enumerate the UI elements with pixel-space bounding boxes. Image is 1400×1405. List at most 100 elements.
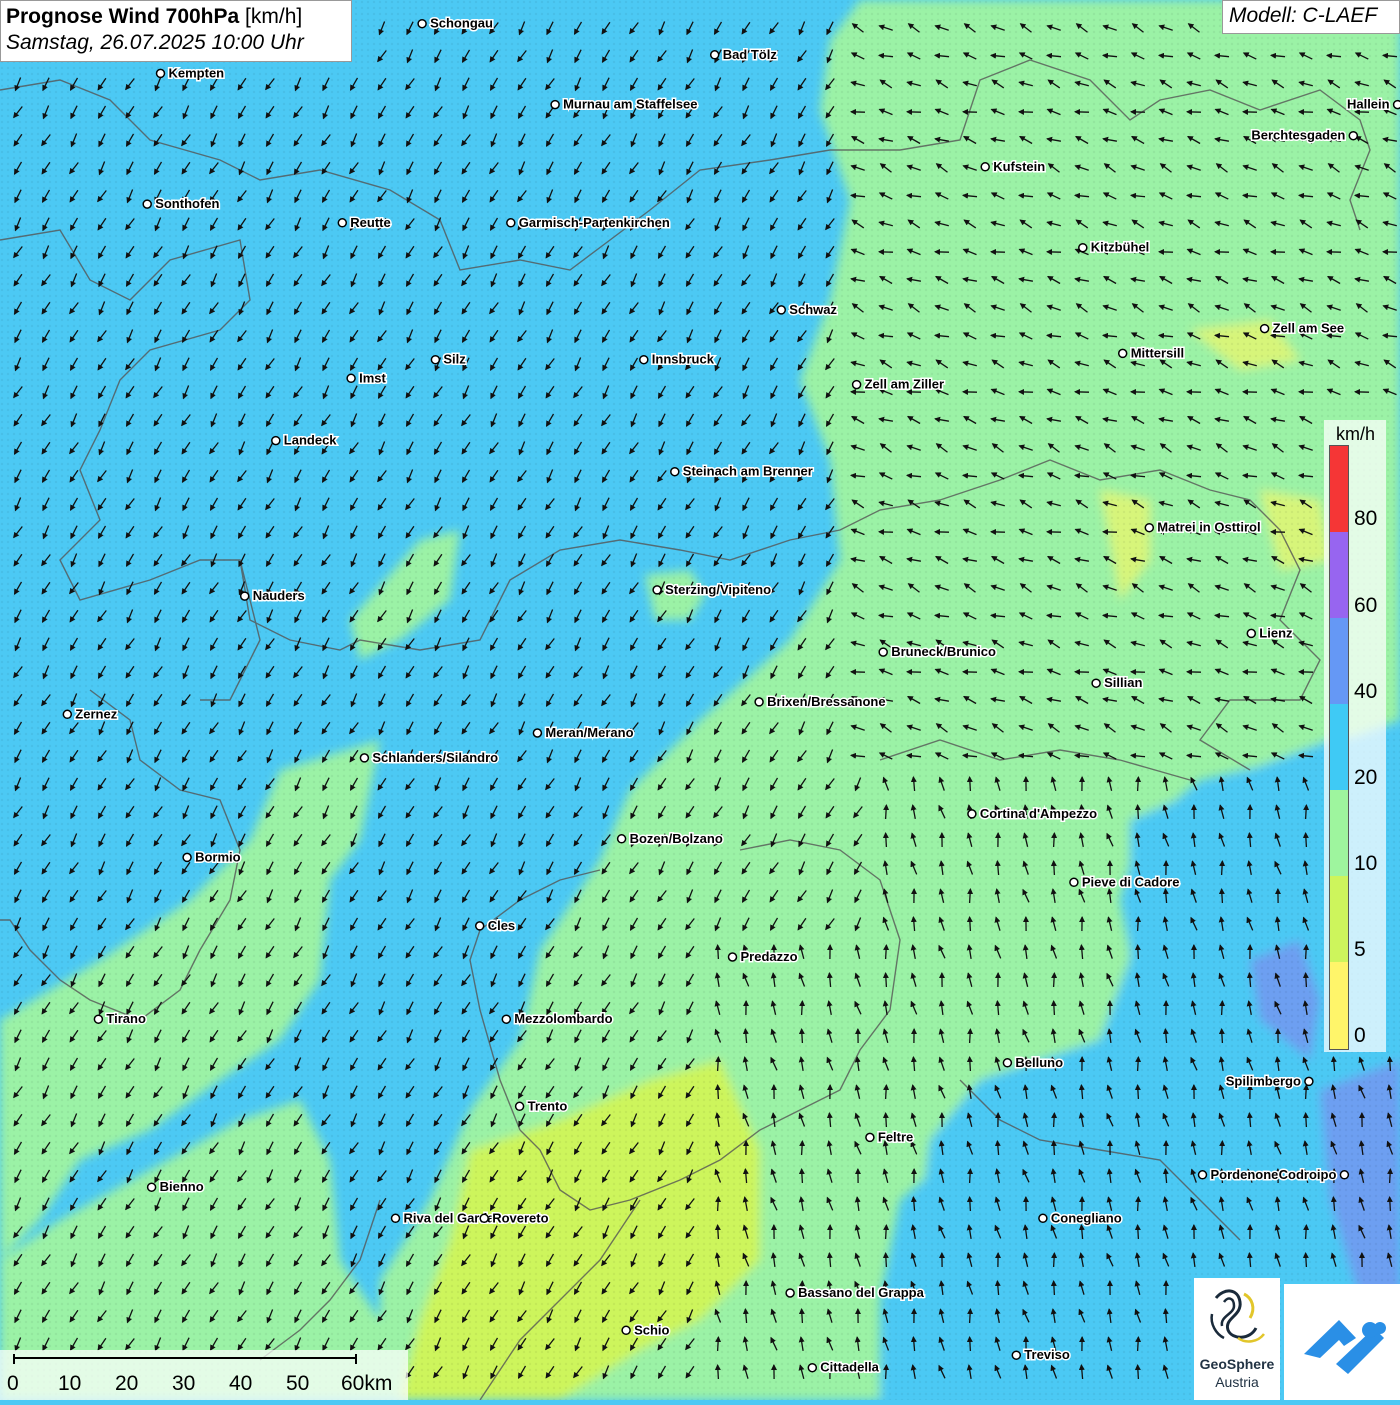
wind-arrow xyxy=(1054,833,1055,847)
wind-arrow xyxy=(886,1085,887,1099)
wind-arrow xyxy=(1306,973,1307,987)
legend-label-80: 80 xyxy=(1354,508,1377,530)
city-dot xyxy=(1261,325,1269,333)
legend-label-0: 0 xyxy=(1354,1025,1366,1047)
city-marker: Meran/Merano xyxy=(533,725,633,740)
scale-bar-line xyxy=(0,1350,408,1372)
city-label: Pieve di Cadore xyxy=(1082,874,1180,889)
wind-arrow xyxy=(1222,1141,1223,1155)
city-label: Mezzolombardo xyxy=(514,1011,612,1026)
city-dot xyxy=(1012,1351,1020,1359)
weather-app-logo xyxy=(1284,1284,1400,1400)
scale-bar: 0 10 20 30 40 50 60km xyxy=(0,1350,408,1400)
wind-arrow xyxy=(802,1001,803,1015)
wind-arrow xyxy=(1306,1085,1307,1099)
city-dot xyxy=(618,835,626,843)
wind-arrow xyxy=(1138,1225,1139,1239)
wind-arrow xyxy=(802,1141,803,1155)
city-dot xyxy=(1349,132,1357,140)
city-label: Garmisch-Partenkirchen xyxy=(519,215,670,230)
city-label: Bormio xyxy=(195,849,241,864)
city-dot xyxy=(1199,1171,1207,1179)
wind-arrow xyxy=(718,1057,719,1071)
city-marker: Steinach am Brenner xyxy=(671,464,813,479)
wind-arrow xyxy=(1222,1001,1223,1015)
legend-unit: km/h xyxy=(1336,424,1375,445)
mountain-cloud-icon xyxy=(1284,1284,1400,1400)
city-label: Feltre xyxy=(878,1129,913,1144)
wind-arrow xyxy=(886,973,887,987)
city-dot xyxy=(879,648,887,656)
wind-arrow xyxy=(718,1085,719,1099)
city-dot xyxy=(981,163,989,171)
city-dot xyxy=(1305,1077,1313,1085)
wind-arrow xyxy=(1390,1169,1391,1183)
city-label: Innsbruck xyxy=(652,352,715,367)
city-dot xyxy=(338,219,346,227)
city-dot xyxy=(143,200,151,208)
wind-arrow xyxy=(1138,1365,1139,1379)
wind-arrow xyxy=(970,777,971,791)
city-marker: Pordenone xyxy=(1199,1167,1279,1182)
wind-arrow xyxy=(1306,1225,1307,1239)
wind-arrow xyxy=(886,833,887,847)
city-dot xyxy=(148,1183,156,1191)
wind-arrow xyxy=(1306,945,1307,959)
city-label: Bruneck/Brunico xyxy=(891,644,996,659)
city-marker: Murnau am Staffelsee xyxy=(551,97,697,112)
model-label: Modell: C-LAEF xyxy=(1222,0,1400,34)
city-label: Landeck xyxy=(284,433,338,448)
wind-arrow xyxy=(970,1057,971,1071)
city-dot xyxy=(157,69,165,77)
legend-seg-0 xyxy=(1330,962,1348,1049)
city-marker: Innsbruck xyxy=(640,352,715,367)
city-label: Rovereto xyxy=(492,1210,548,1225)
city-dot xyxy=(622,1326,630,1334)
city-label: Zell am Ziller xyxy=(865,377,944,392)
city-label: Belluno xyxy=(1015,1055,1063,1070)
wind-arrow xyxy=(718,945,719,959)
city-dot xyxy=(183,853,191,861)
wind-arrow xyxy=(1138,1057,1139,1071)
city-dot xyxy=(1247,629,1255,637)
city-label: Steinach am Brenner xyxy=(683,464,813,479)
city-marker: Zell am See xyxy=(1261,321,1345,336)
city-marker: Garmisch-Partenkirchen xyxy=(507,215,670,230)
wind-arrow xyxy=(1306,833,1307,847)
city-label: Bad Tölz xyxy=(723,47,778,62)
wind-arrow xyxy=(970,917,971,931)
scale-label-10: 10 xyxy=(58,1372,81,1396)
wind-arrow xyxy=(1138,917,1139,931)
city-label: Sillian xyxy=(1104,675,1142,690)
city-dot xyxy=(1003,1059,1011,1067)
city-dot xyxy=(272,437,280,445)
city-label: Reutte xyxy=(350,215,390,230)
wind-forecast-map: SchongauBad TölzKemptenMurnau am Staffel… xyxy=(0,0,1400,1400)
city-dot xyxy=(502,1015,510,1023)
city-dot xyxy=(777,306,785,314)
city-marker: Zell am Ziller xyxy=(853,377,944,392)
city-dot xyxy=(241,592,249,600)
city-label: Schwaz xyxy=(789,302,837,317)
title-box: Prognose Wind 700hPa [km/h] Samstag, 26.… xyxy=(0,0,352,62)
wind-arrow xyxy=(1138,777,1139,791)
city-marker: Cortina d'Ampezzo xyxy=(968,806,1097,821)
city-label: Tirano xyxy=(106,1011,146,1026)
city-dot xyxy=(755,698,763,706)
wind-arrow xyxy=(718,1337,719,1351)
wind-arrow xyxy=(1390,1197,1391,1211)
wind-arrow xyxy=(1054,861,1055,875)
city-dot xyxy=(516,1102,524,1110)
legend-label-40: 40 xyxy=(1354,681,1377,703)
wind-arrow xyxy=(1054,1141,1055,1155)
wind-arrow xyxy=(802,1309,803,1323)
city-marker: Schlanders/Silandro xyxy=(360,750,498,765)
city-label: Pordenone xyxy=(1211,1167,1279,1182)
city-dot xyxy=(533,729,541,737)
city-dot xyxy=(360,754,368,762)
city-marker: Sonthofen xyxy=(143,196,219,211)
city-dot xyxy=(347,374,355,382)
city-marker: Bozen/Bolzano xyxy=(618,831,723,846)
legend-colorbar xyxy=(1329,445,1349,1050)
wind-arrow xyxy=(1138,945,1139,959)
